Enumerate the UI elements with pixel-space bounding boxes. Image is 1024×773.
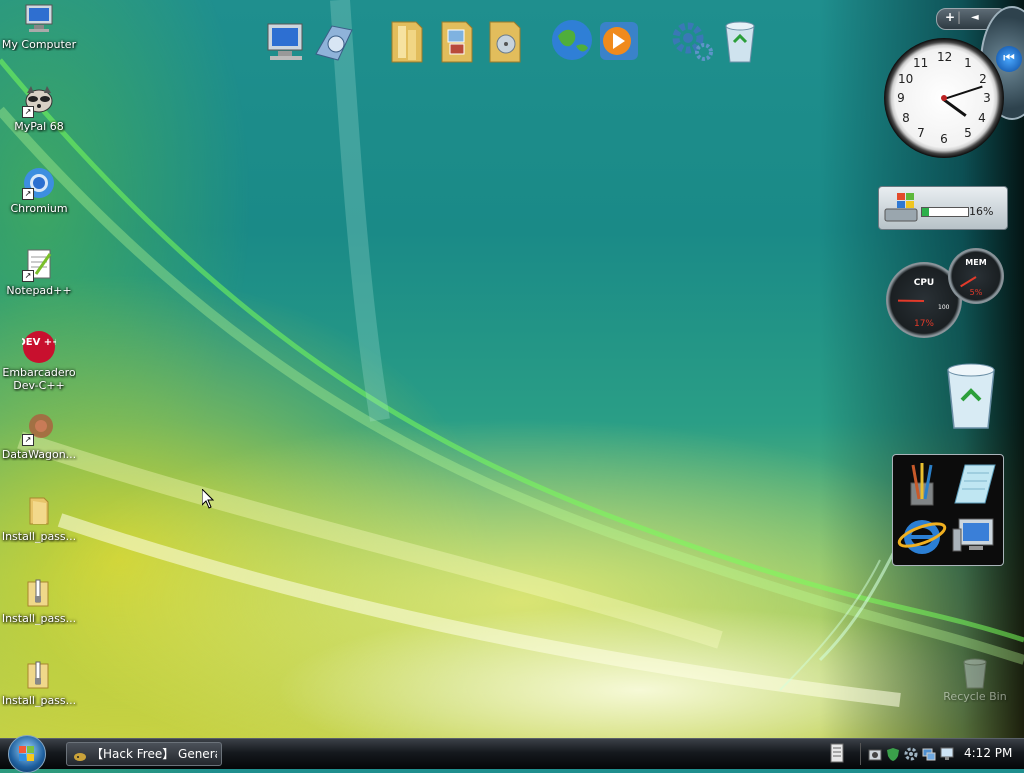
media-prev-icon[interactable]: ⏮ [996, 46, 1022, 72]
zip-folder-icon [22, 576, 56, 610]
clock-center [941, 95, 947, 101]
recycle-bin-label: Recycle Bin [943, 690, 1007, 703]
desktop-icon-dev-cpp[interactable]: DEV ++ Embarcadero Dev-C++ [0, 330, 78, 392]
mem-meter-gadget[interactable]: MEM 5% [948, 248, 1004, 304]
dock-media-player-icon[interactable] [596, 16, 644, 66]
taskbar-app-label: 【Hack Free】 Generat... [91, 747, 217, 761]
recycle-bin-icon [960, 656, 990, 690]
wallpaper-vignette [0, 0, 1024, 738]
shield-icon[interactable] [886, 746, 900, 761]
desktop-icon-datawagon[interactable]: ↗ DataWagon... [0, 412, 78, 461]
desktop-icon-label: Install_pass... [1, 530, 77, 543]
dev-cpp-icon: DEV ++ [17, 330, 61, 364]
desktop-icon-label: Install_pass... [1, 694, 77, 707]
taskbar: 【Hack Free】 Generat... 4:12 PM [0, 735, 1024, 773]
mouse-cursor-icon [201, 487, 215, 509]
quick-launch-gadget [892, 454, 1004, 566]
dock-music-folder-icon[interactable] [482, 16, 530, 66]
dock-internet-globe-icon[interactable] [548, 16, 596, 66]
shortcut-arrow-icon: ↗ [22, 106, 34, 118]
desktop-icon-label: Notepad++ [6, 284, 72, 297]
app-icon [73, 748, 87, 761]
dock-computer-icon[interactable] [262, 16, 310, 66]
tray-separator [860, 743, 861, 765]
keyboard-icon[interactable] [830, 743, 844, 763]
disk-meter-value: 16% [969, 205, 994, 218]
disk-meter-fill [922, 208, 930, 216]
datawagon-icon: ↗ [22, 412, 56, 446]
windows-drive-icon [883, 191, 923, 225]
mem-meter-needle [960, 276, 977, 288]
notepad-icon[interactable] [949, 459, 999, 509]
settings-icon[interactable] [904, 746, 918, 761]
dock-settings-gears-icon[interactable] [668, 16, 716, 66]
disk-meter-gadget[interactable]: 16% [878, 186, 1008, 230]
notepad-plus-plus-icon: ↗ [22, 248, 56, 282]
paint-brushes-icon[interactable] [897, 459, 947, 509]
taskbar-app-button[interactable]: 【Hack Free】 Generat... [66, 742, 222, 766]
desktop-icon-label: My Computer [1, 38, 77, 51]
desktop-icon-label: Chromium [10, 202, 68, 215]
desktop-icon-mypal[interactable]: ↗ MyPal 68 [0, 84, 78, 133]
dev-cpp-glyph-text: DEV ++ [22, 337, 56, 348]
display-icon[interactable] [940, 746, 954, 760]
clock-minute-hand [944, 85, 983, 100]
shortcut-arrow-icon: ↗ [22, 270, 34, 282]
mem-meter-label: MEM [965, 258, 987, 267]
folder-icon [22, 494, 56, 528]
taskbar-clock[interactable]: 4:12 PM [964, 746, 1012, 760]
clock-gadget[interactable]: 12 1 2 3 4 5 6 7 8 9 10 11 [884, 38, 1004, 158]
zip-folder-icon [22, 658, 56, 692]
desktop-icon-install-folder[interactable]: Install_pass... [0, 494, 78, 543]
shortcut-arrow-icon: ↗ [22, 188, 34, 200]
desktop-icon-label: Embarcadero Dev-C++ [2, 366, 76, 392]
desktop-icon-label: Install_pass... [1, 612, 77, 625]
wallpaper-streaks [0, 0, 1024, 707]
sidebar-recycle-bin-icon[interactable] [942, 360, 1000, 432]
computer-icon [22, 2, 56, 36]
network-icon[interactable] [922, 746, 936, 761]
desktop-icon-chromium[interactable]: ↗ Chromium [0, 166, 78, 215]
clock-hour-hand [942, 98, 967, 117]
desktop-icon-install-zip-1[interactable]: Install_pass... [0, 576, 78, 625]
computer-icon[interactable] [949, 511, 999, 561]
internet-explorer-icon[interactable] [897, 511, 947, 561]
dock-network-drive-icon[interactable] [310, 16, 358, 66]
sidebar-prev-button[interactable]: ◄ [971, 12, 979, 23]
windows-logo-icon [19, 746, 35, 762]
sidebar-add-gadget-button[interactable]: + [945, 10, 955, 24]
chromium-icon: ↗ [22, 166, 56, 200]
cpu-meter-scale-max: 100 [938, 304, 950, 311]
desktop-recycle-bin[interactable]: Recycle Bin [940, 656, 1010, 703]
desktop-icon-notepad-plus-plus[interactable]: ↗ Notepad++ [0, 248, 78, 297]
cpu-meter-needle [897, 299, 925, 302]
desktop-icon-my-computer[interactable]: My Computer [0, 2, 78, 51]
disk-meter-bar [921, 207, 969, 217]
cpu-meter-value: 17% [913, 319, 934, 329]
dock-recycle-bin-icon[interactable] [716, 16, 764, 66]
dock-documents-folder-icon[interactable] [384, 16, 432, 66]
desktop-icon-label: MyPal 68 [14, 120, 64, 133]
raccoon-browser-icon: ↗ [22, 84, 56, 118]
dock-pictures-folder-icon[interactable] [434, 16, 482, 66]
desktop-icon-label: DataWagon... [1, 448, 77, 461]
desktop-icon-install-zip-2[interactable]: Install_pass... [0, 658, 78, 707]
shortcut-arrow-icon: ↗ [22, 434, 34, 446]
camera-icon[interactable] [868, 746, 882, 761]
start-button[interactable] [8, 735, 46, 773]
mem-meter-value: 5% [969, 288, 983, 297]
